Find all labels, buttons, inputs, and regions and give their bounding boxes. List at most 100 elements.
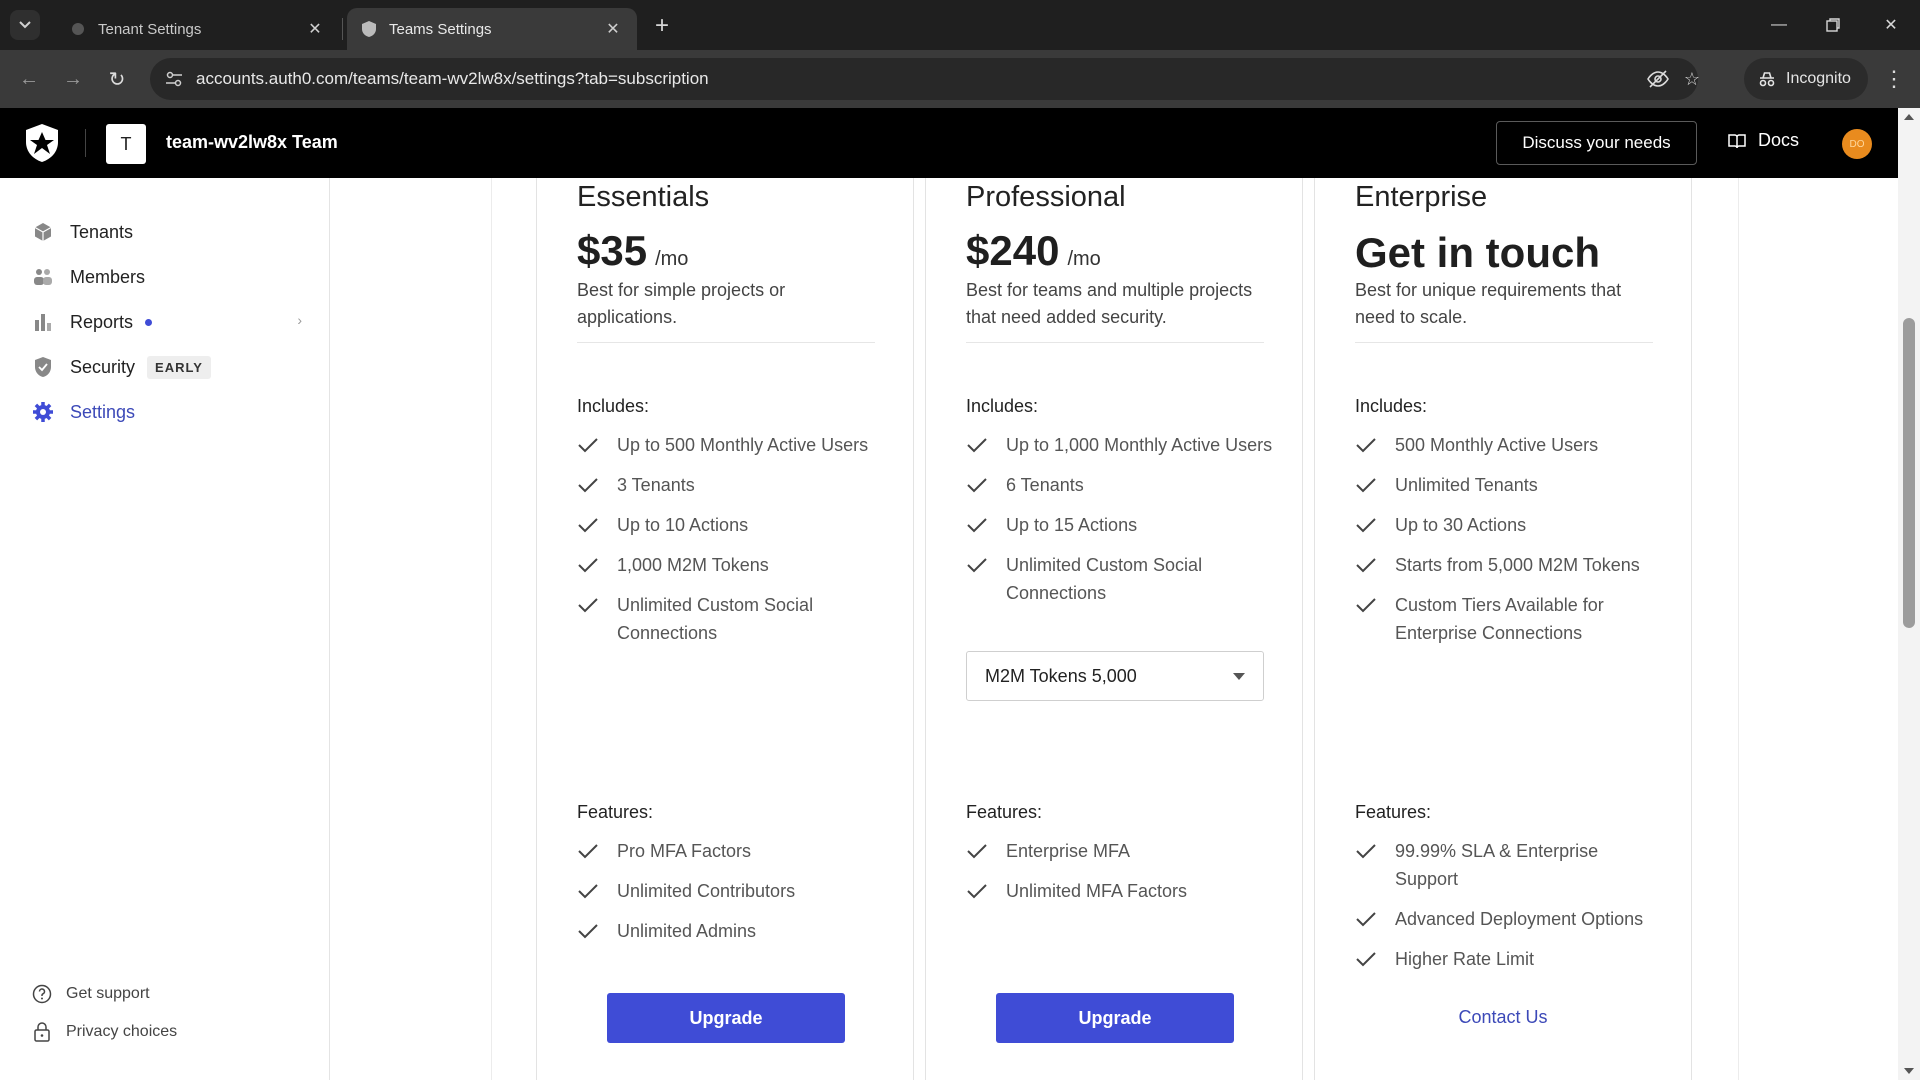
privacy-choices-link[interactable]: Privacy choices bbox=[32, 1020, 177, 1044]
subscription-panel: Essentials $35 /mo Best for simple proje… bbox=[331, 178, 1898, 1080]
new-tab-plus-icon[interactable]: + bbox=[648, 12, 676, 40]
sidebar-item-reports[interactable]: Reports › bbox=[32, 307, 302, 337]
page-favicon-icon bbox=[70, 21, 86, 37]
check-icon bbox=[1355, 511, 1381, 539]
select-value: M2M Tokens 5,000 bbox=[985, 665, 1137, 686]
m2m-tokens-select[interactable]: M2M Tokens 5,000 bbox=[966, 651, 1264, 701]
check-icon bbox=[1355, 591, 1381, 619]
team-name[interactable]: team-wv2lw8x Team bbox=[166, 132, 338, 153]
close-window-icon[interactable]: ✕ bbox=[1868, 8, 1914, 42]
upgrade-essentials-button[interactable]: Upgrade bbox=[607, 993, 845, 1043]
discuss-needs-button[interactable]: Discuss your needs bbox=[1496, 121, 1697, 165]
includes-label: Includes: bbox=[577, 396, 650, 416]
check-icon bbox=[966, 551, 992, 579]
list-item: Starts from 5,000 M2M Tokens bbox=[1355, 551, 1665, 579]
sidebar-item-label: Tenants bbox=[70, 221, 134, 242]
auth0-favicon-icon bbox=[361, 21, 377, 37]
sidebar-item-tenants[interactable]: Tenants bbox=[32, 217, 302, 247]
address-bar[interactable]: accounts.auth0.com/teams/team-wv2lw8x/se… bbox=[150, 58, 1700, 100]
scroll-up-arrow-icon[interactable] bbox=[1904, 114, 1914, 120]
features-list: 99.99% SLA & Enterprise Support Advanced… bbox=[1355, 837, 1665, 985]
tab-title: Teams Settings bbox=[389, 20, 492, 38]
minimize-window-icon[interactable]: — bbox=[1756, 8, 1802, 42]
check-icon bbox=[1355, 837, 1381, 865]
docs-label: Docs bbox=[1758, 130, 1800, 150]
check-icon bbox=[577, 551, 603, 579]
features-label: Features: bbox=[966, 802, 1043, 822]
chevron-down-icon bbox=[19, 21, 31, 29]
get-support-link[interactable]: Get support bbox=[32, 982, 150, 1006]
list-item: Higher Rate Limit bbox=[1355, 945, 1665, 973]
plan-description: Best for unique requirements that need t… bbox=[1355, 280, 1622, 327]
user-avatar[interactable]: DO bbox=[1842, 129, 1872, 159]
auth0-logo-icon[interactable] bbox=[24, 123, 60, 163]
contact-us-link[interactable]: Contact Us bbox=[1315, 1007, 1691, 1028]
docs-link[interactable]: Docs bbox=[1728, 130, 1799, 151]
check-icon bbox=[577, 591, 603, 619]
incognito-icon bbox=[1758, 71, 1776, 87]
upgrade-professional-button[interactable]: Upgrade bbox=[996, 993, 1234, 1043]
features-label: Features: bbox=[577, 802, 654, 822]
check-icon bbox=[1355, 551, 1381, 579]
sidebar-item-label: Reports bbox=[70, 311, 134, 332]
browser-tab-teams-settings[interactable]: Teams Settings ✕ bbox=[347, 8, 637, 50]
price-amount: $35 bbox=[577, 227, 648, 274]
app-header: T team-wv2lw8x Team Discuss your needs D… bbox=[0, 108, 1898, 178]
check-icon bbox=[1355, 905, 1381, 933]
list-item: Custom Tiers Available for Enterprise Co… bbox=[1355, 591, 1665, 647]
get-support-label: Get support bbox=[66, 985, 150, 1002]
bookmark-star-icon[interactable]: ☆ bbox=[1680, 67, 1704, 91]
page-scrollbar[interactable] bbox=[1898, 108, 1920, 1080]
plan-card-essentials: Essentials $35 /mo Best for simple proje… bbox=[536, 178, 914, 1080]
list-item: 1,000 M2M Tokens bbox=[577, 551, 887, 579]
browser-tab-tenant-settings[interactable]: Tenant Settings ✕ bbox=[56, 8, 339, 50]
list-item: Unlimited Admins bbox=[577, 917, 887, 945]
sidebar-item-settings[interactable]: Settings bbox=[32, 397, 302, 427]
team-avatar[interactable]: T bbox=[106, 124, 146, 164]
includes-label: Includes: bbox=[1355, 396, 1428, 416]
close-tab-icon[interactable]: ✕ bbox=[305, 19, 325, 39]
book-icon bbox=[1728, 133, 1746, 149]
list-item: 3 Tenants bbox=[577, 471, 887, 499]
scroll-down-arrow-icon[interactable] bbox=[1904, 1068, 1914, 1074]
sidebar-item-security[interactable]: Security EARLY bbox=[32, 352, 302, 382]
check-icon bbox=[577, 917, 603, 945]
plan-card-professional: Professional $240 /mo Best for teams and… bbox=[925, 178, 1303, 1080]
bar-chart-icon bbox=[32, 311, 54, 333]
list-item: Enterprise MFA bbox=[966, 837, 1276, 865]
check-icon bbox=[577, 511, 603, 539]
members-icon bbox=[32, 266, 54, 288]
sidebar-item-members[interactable]: Members bbox=[32, 262, 302, 292]
site-info-icon[interactable] bbox=[162, 67, 186, 91]
tab-search-button[interactable] bbox=[10, 10, 40, 40]
check-icon bbox=[966, 431, 992, 459]
incognito-indicator[interactable]: Incognito bbox=[1744, 58, 1868, 100]
close-tab-icon[interactable]: ✕ bbox=[603, 19, 623, 39]
list-item: Up to 1,000 Monthly Active Users bbox=[966, 431, 1276, 459]
price-amount: $240 bbox=[966, 227, 1060, 274]
eye-off-icon[interactable] bbox=[1646, 67, 1670, 91]
list-item: Up to 10 Actions bbox=[577, 511, 887, 539]
price-amount: Get in touch bbox=[1355, 229, 1600, 276]
forward-arrow-icon[interactable]: → bbox=[56, 62, 90, 96]
reload-icon[interactable]: ↻ bbox=[100, 62, 134, 96]
plan-card-enterprise: Enterprise Get in touch Best for unique … bbox=[1314, 178, 1692, 1080]
scrollbar-thumb[interactable] bbox=[1903, 318, 1915, 628]
caret-down-icon bbox=[1233, 672, 1245, 680]
includes-label: Includes: bbox=[966, 396, 1039, 416]
list-item: Unlimited Custom Social Connections bbox=[577, 591, 887, 647]
includes-list: Up to 1,000 Monthly Active Users 6 Tenan… bbox=[966, 431, 1276, 619]
list-item: Up to 500 Monthly Active Users bbox=[577, 431, 887, 459]
help-circle-icon bbox=[32, 984, 52, 1004]
divider bbox=[1355, 342, 1653, 343]
restore-window-icon[interactable] bbox=[1810, 8, 1856, 42]
early-badge: EARLY bbox=[147, 355, 211, 379]
chevron-right-icon[interactable]: › bbox=[297, 312, 302, 328]
back-arrow-icon[interactable]: ← bbox=[12, 62, 46, 96]
new-indicator-dot bbox=[145, 318, 153, 326]
check-icon bbox=[577, 431, 603, 459]
check-icon bbox=[577, 877, 603, 905]
browser-menu-icon[interactable]: ⋮ bbox=[1880, 62, 1908, 96]
list-item: Unlimited Custom Social Connections bbox=[966, 551, 1276, 607]
plan-name: Professional bbox=[966, 181, 1126, 213]
